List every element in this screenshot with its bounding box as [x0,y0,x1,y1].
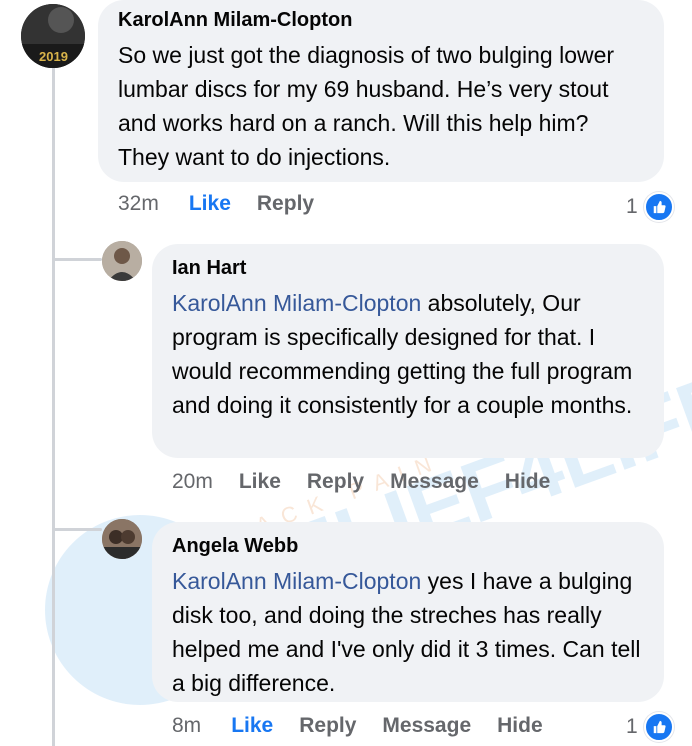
comment-timestamp[interactable]: 8m [172,714,201,738]
comment-bubble: KarolAnn Milam-Clopton So we just got th… [98,0,664,182]
thumbs-up-icon [643,712,674,742]
like-button[interactable]: Like [239,470,281,494]
mention-link[interactable]: KarolAnn Milam-Clopton [172,290,421,316]
thread-line-branch-2 [52,528,102,531]
reply-button[interactable]: Reply [299,714,356,738]
avatar-image: 2019 [21,4,85,68]
comment-author[interactable]: KarolAnn Milam-Clopton [118,8,644,32]
avatar-image [102,241,142,281]
comment-bubble: Ian Hart KarolAnn Milam-Clopton absolute… [152,244,664,458]
avatar-badge: 2019 [39,49,68,64]
hide-button[interactable]: Hide [497,714,543,738]
thread-line-branch-1 [52,258,102,261]
reaction-count: 1 [626,195,638,218]
thread-line-main [52,68,55,746]
mention-link[interactable]: KarolAnn Milam-Clopton [172,568,421,594]
avatar[interactable]: 2019 [21,4,85,68]
avatar[interactable] [102,519,142,559]
reaction-count: 1 [626,715,638,738]
message-button[interactable]: Message [390,470,479,494]
reply-button[interactable]: Reply [307,470,364,494]
reaction-summary[interactable]: 1 [626,192,674,222]
avatar[interactable] [102,241,142,281]
comment-text: KarolAnn Milam-Clopton yes I have a bulg… [172,564,644,700]
comment-actions: 8m Like Reply Message Hide [172,714,569,738]
comment-timestamp[interactable]: 32m [118,192,159,216]
comment-text: KarolAnn Milam-Clopton absolutely, Our p… [172,286,644,422]
reaction-summary[interactable]: 1 [626,712,674,742]
reply-button[interactable]: Reply [257,192,314,216]
comment-author[interactable]: Ian Hart [172,256,644,280]
hide-button[interactable]: Hide [505,470,551,494]
comment-bubble: Angela Webb KarolAnn Milam-Clopton yes I… [152,522,664,702]
avatar-image [102,519,142,559]
comment-actions: 20m Like Reply Message Hide [172,470,576,494]
comment-text: So we just got the diagnosis of two bulg… [118,42,615,170]
like-button[interactable]: Like [189,192,231,216]
like-button[interactable]: Like [231,714,273,738]
message-button[interactable]: Message [382,714,471,738]
comment-actions: 32m Like Reply [118,192,340,216]
thumbs-up-icon [643,192,674,222]
comment-author[interactable]: Angela Webb [172,534,644,558]
comment-thread: RELIEF4LIFE BACK PAIN 2019 KarolAnn Mila… [0,0,692,746]
comment-timestamp[interactable]: 20m [172,470,213,494]
